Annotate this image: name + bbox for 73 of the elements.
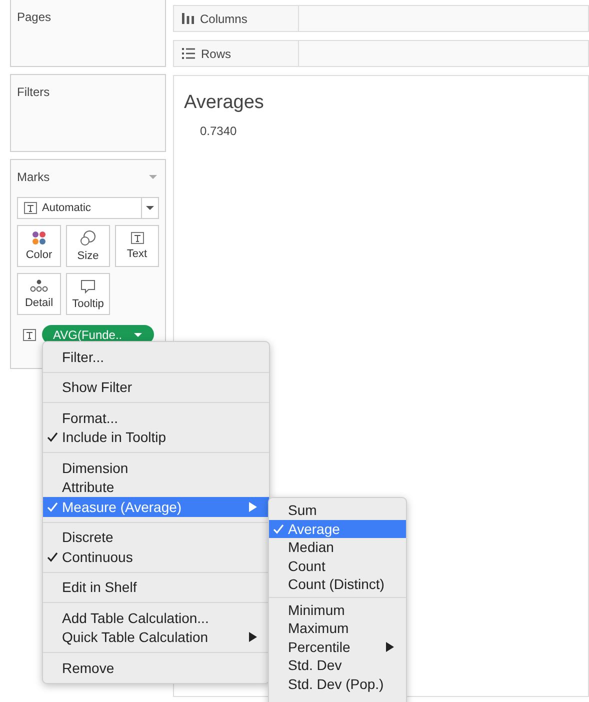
menu-item[interactable]: Std. Dev: [269, 656, 406, 674]
panel-title: Pages: [16, 9, 52, 24]
menu-item[interactable]: Add Table Calculation...: [43, 608, 269, 628]
rows-icon: [182, 48, 195, 59]
menu-item[interactable]: Attribute: [43, 478, 269, 497]
menu-item-label: Remove: [62, 660, 116, 676]
menu-item-label: Minimum: [288, 602, 346, 618]
menu-item-label: Std. Dev (Pop.): [288, 676, 385, 692]
menu-item[interactable]: Remove: [43, 658, 269, 678]
menu-item[interactable]: Sum: [269, 501, 406, 520]
panel-title: Marks: [17, 169, 51, 184]
marks-card-button[interactable]: Color: [17, 225, 61, 267]
dots-icon: [30, 279, 48, 293]
menu-item[interactable]: Count (Distinct): [269, 575, 406, 594]
marks-card-button[interactable]: Size: [66, 225, 110, 267]
menu-item[interactable]: Std. Dev (Pop.): [269, 674, 406, 693]
menu-item[interactable]: Include in Tooltip: [43, 428, 269, 447]
marks-card-button[interactable]: Detail: [17, 273, 61, 315]
menu-item[interactable]: Show Filter: [43, 378, 269, 397]
menu-item-label: Edit in Shelf: [62, 579, 138, 596]
dropdown-value: Automatic: [42, 202, 91, 214]
panel-title: Filters: [16, 84, 51, 99]
mark-type-dropdown[interactable]: Automatic: [17, 197, 159, 219]
menu-item[interactable]: Discrete: [43, 528, 269, 547]
menu-item[interactable]: Dimension: [43, 458, 269, 478]
menu-item-label: Percentile: [288, 638, 352, 655]
menu-item-label: Attribute: [62, 479, 116, 496]
menu-item[interactable]: Edit in Shelf: [43, 578, 269, 597]
caret-icon: [134, 332, 142, 336]
menu-item-label: Discrete: [62, 529, 114, 546]
text-icon: [24, 202, 37, 214]
menu-item[interactable]: Median: [269, 538, 406, 556]
view-title: Averages: [184, 92, 265, 114]
menu-item-label: Std. Dev: [288, 657, 343, 674]
menu-item-label: Count: [288, 558, 326, 574]
menu-item-label: Include in Tooltip: [62, 429, 168, 446]
pill-label: AVG(Funde..: [53, 328, 122, 342]
marks-card-button[interactable]: Tooltip: [66, 273, 110, 315]
menu-item-label: Average: [288, 520, 341, 537]
menu-item-label: Dimension: [62, 460, 130, 476]
color-dots-icon: [32, 231, 46, 245]
marks-card-button[interactable]: Text: [115, 225, 159, 267]
caret-icon: [149, 175, 157, 179]
menu-item[interactable]: Count: [269, 556, 406, 575]
shelf-label: Rows: [201, 46, 232, 60]
circles-icon: [80, 230, 96, 246]
menu-item[interactable]: Format...: [43, 408, 269, 428]
menu-item[interactable]: Quick Table Calculation: [43, 628, 269, 647]
menu-item-label: Add Table Calculation...: [62, 610, 210, 626]
menu-item-label: Maximum: [288, 620, 350, 636]
menu-item-label: Filter...: [62, 348, 106, 365]
text-icon: [130, 232, 144, 244]
caret-icon: [146, 206, 154, 210]
menu-item[interactable]: Percentile: [269, 638, 406, 656]
menu-item-label: Measure (Average): [62, 498, 183, 515]
menu-item[interactable]: Filter...: [43, 347, 269, 366]
menu-item-label: Show Filter: [62, 379, 134, 396]
text-icon: [23, 328, 36, 340]
menu-item-label: Sum: [288, 502, 318, 518]
menu-item-label: Format...: [62, 410, 120, 426]
menu-item-label: Median: [288, 539, 335, 556]
menu-item[interactable]: Continuous: [43, 547, 269, 566]
shelf-label: Columns: [200, 12, 248, 26]
columns-icon: [182, 13, 194, 24]
menu-item-label: Count (Distinct): [288, 576, 386, 592]
menu-item-label: Continuous: [62, 548, 134, 565]
menu-item[interactable]: Average: [269, 520, 406, 538]
average-value: 0.7340: [199, 124, 238, 138]
menu-item-label: Quick Table Calculation: [62, 629, 210, 646]
menu-item[interactable]: Minimum: [269, 600, 406, 619]
menu-item[interactable]: Measure (Average): [43, 497, 269, 516]
menu-item[interactable]: Maximum: [269, 619, 406, 638]
speech-bubble-icon: [80, 278, 96, 294]
